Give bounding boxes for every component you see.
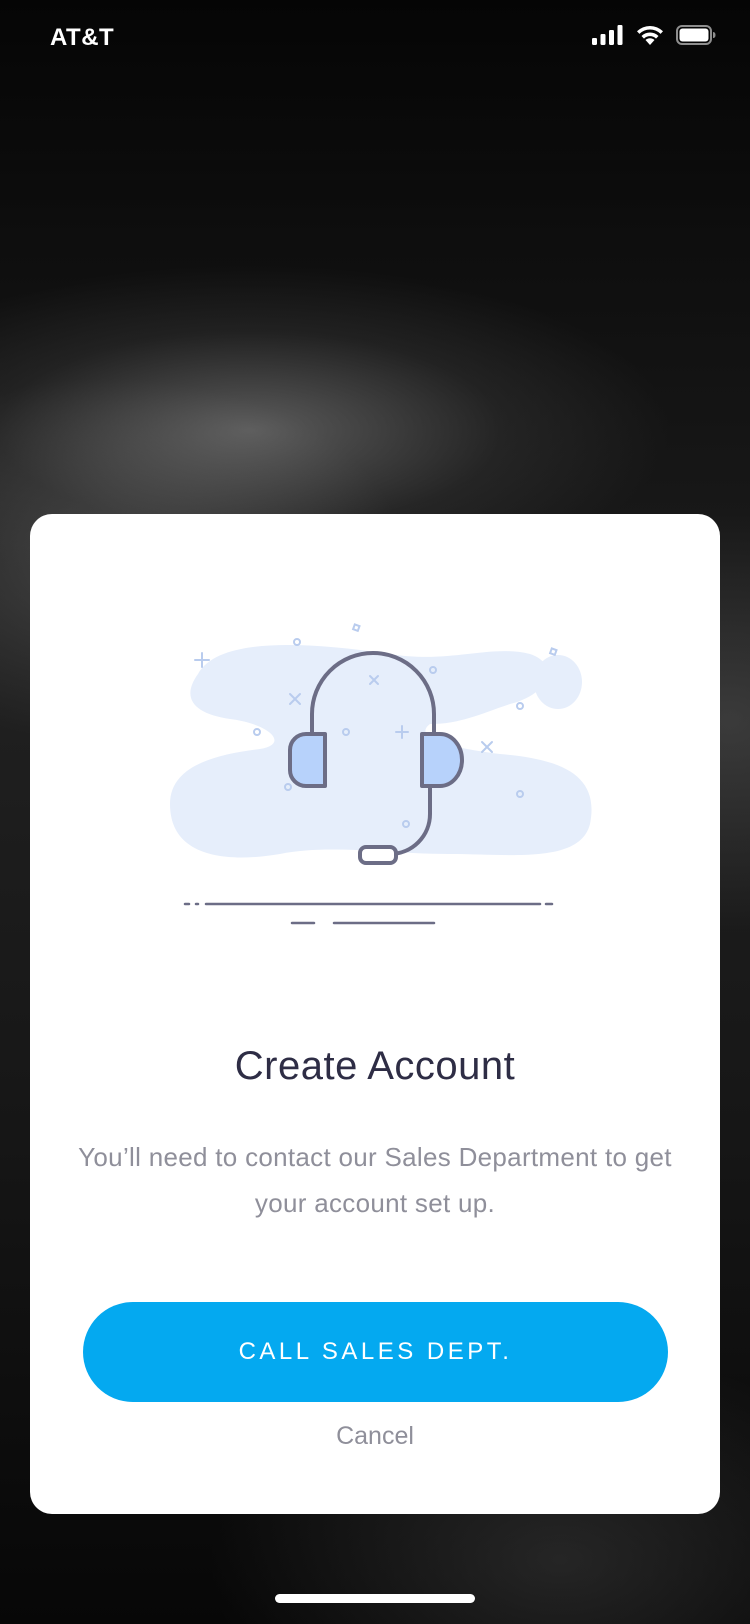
home-indicator[interactable] [275,1594,475,1603]
cellular-signal-icon [592,24,623,45]
wifi-icon [637,25,663,45]
cancel-button[interactable]: Cancel [30,1422,720,1451]
call-sales-button[interactable]: CALL SALES DEPT. [83,1302,668,1402]
status-bar: AT&T [0,0,750,80]
modal-title: Create Account [234,1044,516,1088]
battery-icon [676,24,716,45]
carrier-label: AT&T [50,24,115,51]
modal-message: You’ll need to contact our Sales Departm… [78,1142,672,1218]
status-icons [592,24,716,45]
headset-icon [170,623,592,925]
create-account-modal: Create Account You’ll need to contact ou… [30,514,720,1514]
